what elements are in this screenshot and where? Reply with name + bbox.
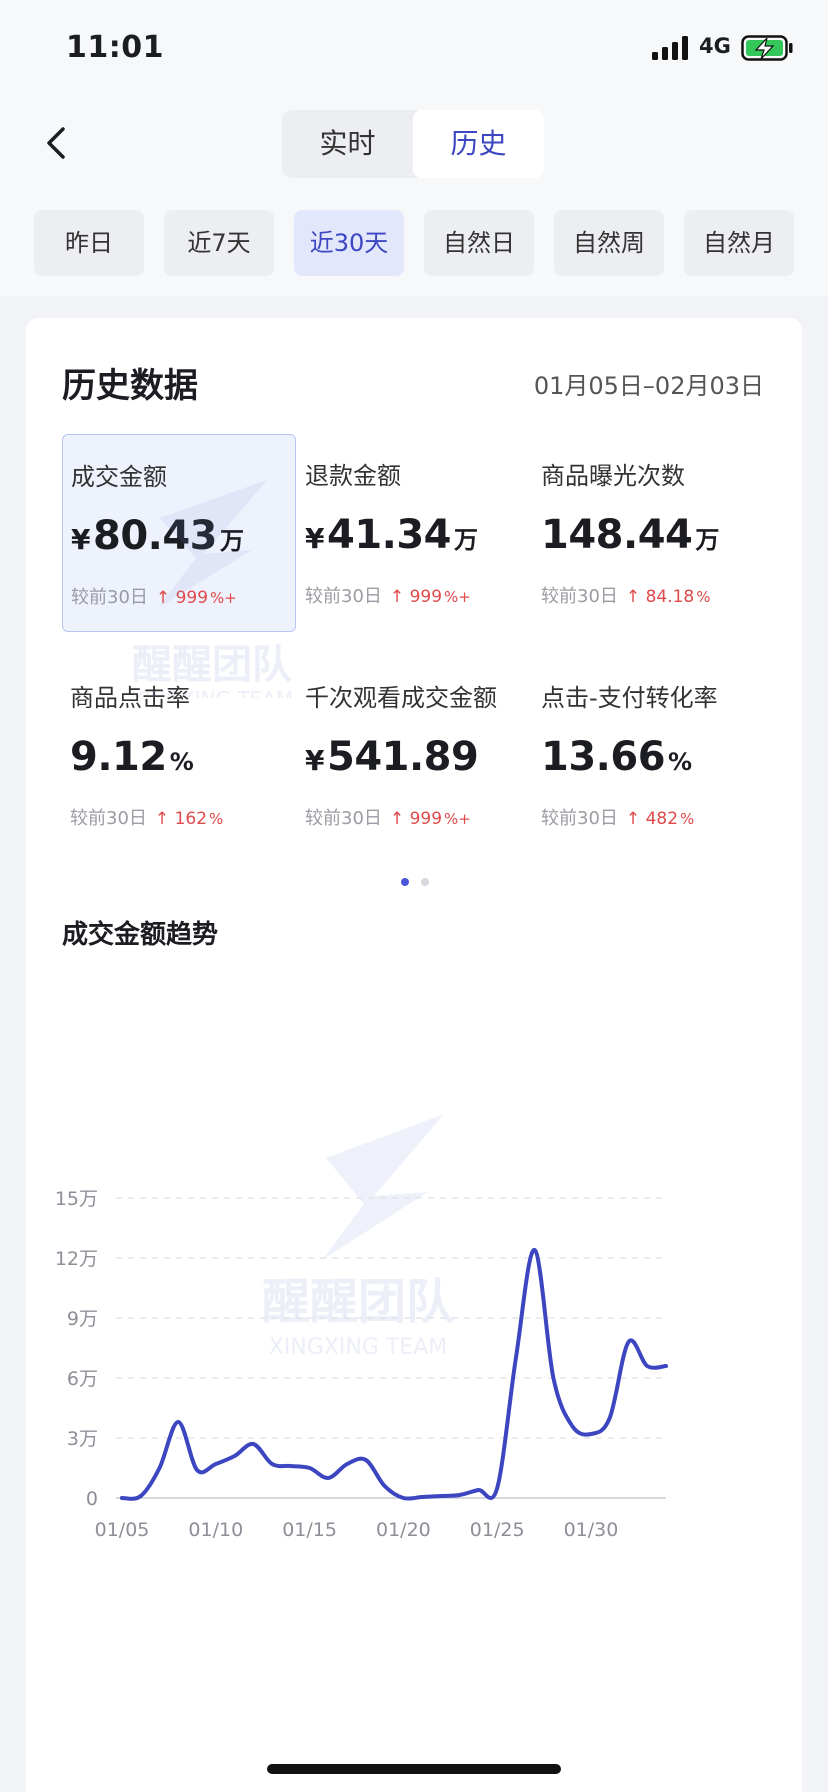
y-tick-label: 15万 [55, 1188, 98, 1210]
history-data-card: 历史数据 01月05日–02月03日 成交金额 ¥80.43 万 较前30日 ↑ 9… [26, 318, 802, 1792]
metric-compare: 较前30日 ↑ 84.18% [541, 586, 711, 607]
x-tick-label: 01/10 [188, 1519, 243, 1541]
y-tick-label: 12万 [55, 1248, 98, 1270]
realtime-history-switch: 实时 历史 [282, 110, 544, 178]
x-tick-label: 01/05 [95, 1519, 150, 1541]
signal-icon [652, 36, 688, 60]
y-tick-label: 3万 [67, 1428, 98, 1450]
metric-label: 点击-支付转化率 [541, 684, 718, 712]
metric-compare: 较前30日 ↑ 999 %+ [305, 808, 471, 829]
metric-compare: 较前30日 ↑ 482% [541, 808, 695, 829]
pager-dot-active[interactable] [401, 878, 409, 886]
metric-card-conversion[interactable]: 点击-支付转化率 13.66% 较前30日 ↑ 482% [533, 656, 765, 852]
range-yesterday[interactable]: 昨日 [34, 210, 144, 276]
metric-value: 13.66% [541, 734, 692, 780]
status-time: 11:01 [66, 30, 164, 65]
x-tick-label: 01/20 [376, 1519, 431, 1541]
range-last-7-days[interactable]: 近7天 [164, 210, 274, 276]
metric-label: 千次观看成交金额 [305, 684, 497, 712]
x-tick-label: 01/25 [470, 1519, 525, 1541]
arrow-up-icon: ↑ 482% [625, 809, 695, 829]
metric-value: ¥541.89 [305, 734, 479, 780]
y-tick-label: 0 [86, 1488, 98, 1510]
arrow-up-icon: ↑ 162% [154, 809, 224, 829]
battery-charging-icon [741, 35, 793, 61]
range-natural-month[interactable]: 自然月 [684, 210, 794, 276]
y-tick-label: 6万 [67, 1368, 98, 1390]
home-indicator[interactable] [267, 1764, 561, 1774]
arrow-up-icon: ↑ 84.18% [625, 587, 711, 607]
svg-text:醒醒团队: 醒醒团队 [262, 1274, 455, 1330]
watermark-logo-chart: 醒醒团队 XINGXING TEAM [262, 1114, 455, 1360]
section-title: 历史数据 [62, 366, 198, 406]
svg-text:XINGXING TEAM: XINGXING TEAM [131, 687, 293, 698]
y-tick-label: 9万 [67, 1308, 98, 1330]
pager-dot[interactable] [421, 878, 429, 886]
metric-compare: 较前30日 ↑ 162% [70, 808, 224, 829]
back-arrow-icon[interactable] [36, 118, 80, 168]
network-type: 4G [699, 34, 731, 58]
metric-value: 9.12% [70, 734, 194, 780]
metric-value: 148.44 万 [541, 512, 719, 558]
tab-realtime[interactable]: 实时 [282, 110, 413, 178]
range-natural-week[interactable]: 自然周 [554, 210, 664, 276]
trend-title: 成交金额趋势 [62, 920, 219, 950]
svg-text:XINGXING TEAM: XINGXING TEAM [269, 1335, 448, 1360]
status-bar: 11:01 4G [0, 0, 828, 96]
svg-text:醒醒团队: 醒醒团队 [132, 642, 293, 688]
metric-label: 商品曝光次数 [541, 462, 685, 490]
x-tick-label: 01/15 [282, 1519, 337, 1541]
metric-card-impressions[interactable]: 商品曝光次数 148.44 万 较前30日 ↑ 84.18% [533, 434, 765, 630]
range-last-30-days[interactable]: 近30天 [294, 210, 404, 276]
gmv-trend-chart: 醒醒团队 XINGXING TEAM 0 3万 6万 9万 12万 15万 01/05 01… [55, 1114, 668, 1541]
arrow-up-icon: ↑ 999 %+ [389, 809, 471, 829]
date-range-filter: 昨日 近7天 近30天 自然日 自然周 自然月 [34, 210, 794, 276]
range-natural-day[interactable]: 自然日 [424, 210, 534, 276]
watermark-logo-top: 醒醒团队 XINGXING TEAM [131, 480, 293, 698]
x-tick-label: 01/30 [564, 1519, 619, 1541]
arrow-up-icon: ↑ 999 %+ [389, 587, 471, 607]
tab-history[interactable]: 历史 [413, 110, 544, 178]
date-range-label: 01月05日–02月03日 [533, 372, 764, 400]
